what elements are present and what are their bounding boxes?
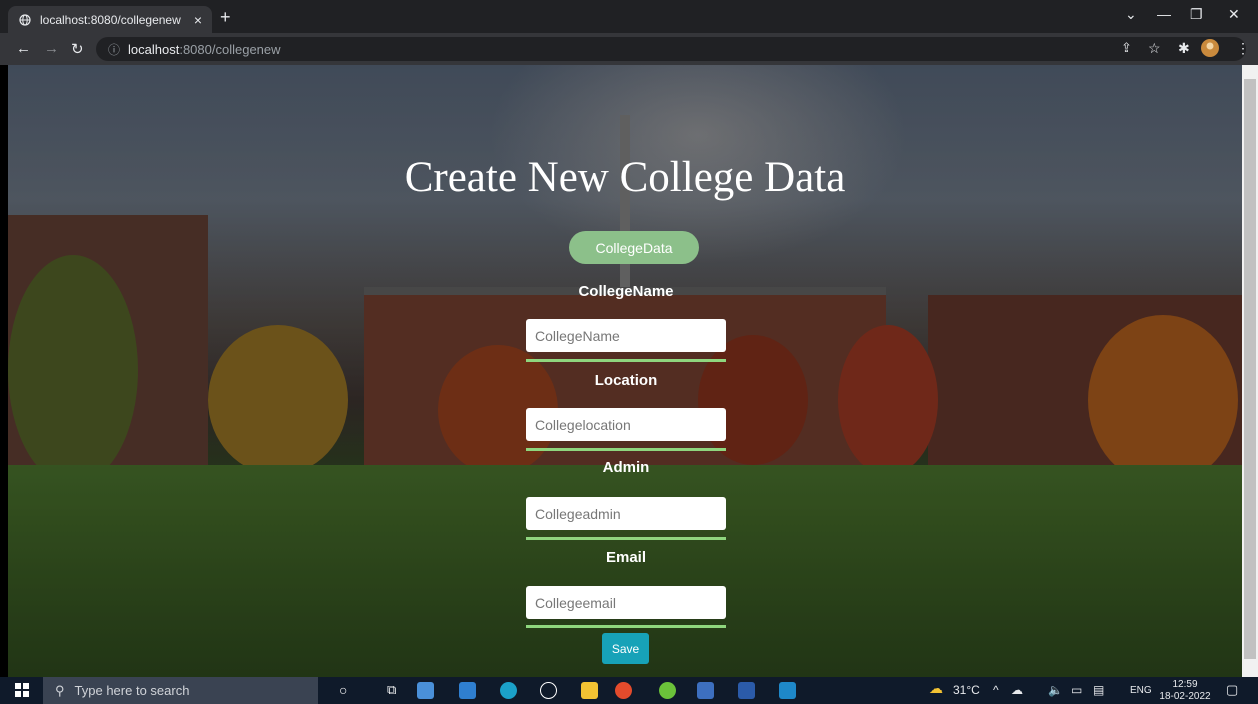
notification-icon[interactable]: ▢ <box>1226 682 1238 698</box>
spring-tools-icon[interactable] <box>659 682 676 699</box>
maximize-icon[interactable]: ❐ <box>1190 6 1203 23</box>
scrollbar-thumb[interactable] <box>1244 79 1256 659</box>
bookmark-star-icon[interactable]: ☆ <box>1148 40 1161 57</box>
chrome-icon[interactable] <box>615 682 632 699</box>
edge-icon[interactable] <box>500 682 517 699</box>
share-icon[interactable]: ⇪ <box>1121 40 1132 56</box>
page-title: Create New College Data <box>404 154 846 201</box>
email-input[interactable] <box>526 586 726 619</box>
weather-temp[interactable]: 31°C <box>953 683 980 697</box>
app-icon-calculator[interactable] <box>417 682 434 699</box>
weather-icon[interactable]: ☁ <box>929 680 943 697</box>
college-name-label: CollegeName <box>578 283 674 300</box>
college-form: Create New College Data CollegeData Coll… <box>8 65 1242 677</box>
task-view-icon[interactable]: ⧉ <box>387 682 404 699</box>
taskbar-search-placeholder: Type here to search <box>74 683 190 698</box>
admin-input[interactable] <box>526 497 726 530</box>
cortana-icon[interactable]: ○ <box>339 682 356 699</box>
dell-icon[interactable] <box>540 682 557 699</box>
reload-icon[interactable]: ↻ <box>71 40 84 58</box>
location-input[interactable] <box>526 408 726 441</box>
file-explorer-icon[interactable] <box>581 682 598 699</box>
photos-icon[interactable] <box>779 682 796 699</box>
page-scrollbar[interactable] <box>1242 65 1258 677</box>
address-bar[interactable]: ⓘ localhost :8080/collegenew <box>96 37 1246 61</box>
url-host: localhost <box>128 41 180 57</box>
tab-title: localhost:8080/collegenew <box>40 12 181 27</box>
college-data-badge[interactable]: CollegeData <box>569 231 699 264</box>
browser-tab[interactable]: localhost:8080/collegenew × <box>8 6 212 33</box>
college-name-underline <box>526 359 726 362</box>
url-path: :8080/collegenew <box>179 41 281 57</box>
close-tab-icon[interactable]: × <box>194 12 202 28</box>
location-underline <box>526 448 726 451</box>
system-clock[interactable]: 12:59 18-02-2022 <box>1150 679 1220 703</box>
onedrive-icon[interactable]: ☁ <box>1011 683 1023 697</box>
word-icon[interactable] <box>738 682 755 699</box>
extensions-icon[interactable]: ✱ <box>1178 40 1190 57</box>
location-label: Location <box>594 372 658 389</box>
menu-kebab-icon[interactable]: ⋮ <box>1236 40 1250 57</box>
clock-time: 12:59 <box>1172 679 1198 690</box>
show-hidden-icons-icon[interactable]: ^ <box>993 683 999 697</box>
window-close-icon[interactable]: ✕ <box>1228 6 1240 23</box>
new-tab-button[interactable]: + <box>220 7 231 28</box>
tab-strip: localhost:8080/collegenew × + ⌄ — ❐ ✕ <box>0 0 1258 33</box>
battery-icon[interactable]: ▭ <box>1071 683 1082 697</box>
browser-toolbar: ← → ↻ ⓘ localhost :8080/collegenew ⇪ ☆ ✱… <box>0 33 1258 65</box>
admin-label: Admin <box>602 459 650 476</box>
admin-underline <box>526 537 726 540</box>
save-button[interactable]: Save <box>602 633 649 664</box>
college-name-input[interactable] <box>526 319 726 352</box>
taskbar-search[interactable]: ⚲ Type here to search <box>43 677 318 704</box>
clock-date: 18-02-2022 <box>1159 691 1211 702</box>
forward-icon[interactable]: → <box>44 40 59 57</box>
email-underline <box>526 625 726 628</box>
input-language[interactable]: ENG <box>1130 685 1152 696</box>
network-icon[interactable]: ▤ <box>1093 683 1104 697</box>
search-icon: ⚲ <box>55 682 65 698</box>
windows-start-icon[interactable] <box>15 683 29 702</box>
mail-icon[interactable] <box>459 682 476 699</box>
page-viewport: Create New College Data CollegeData Coll… <box>8 65 1242 677</box>
back-icon[interactable]: ← <box>16 40 31 57</box>
volume-icon[interactable]: 🔈 <box>1048 683 1063 697</box>
minimize-icon[interactable]: — <box>1157 6 1171 22</box>
tab-search-icon[interactable]: ⌄ <box>1125 6 1137 23</box>
email-label: Email <box>605 549 647 566</box>
info-icon[interactable]: ⓘ <box>108 41 120 58</box>
globe-icon <box>18 13 32 27</box>
taskbar: ⚲ Type here to search ○ ⧉ ☁ 31°C ^ ☁ 🔈 ▭… <box>0 677 1258 704</box>
vscode-icon[interactable] <box>697 682 714 699</box>
profile-avatar-icon[interactable] <box>1200 38 1220 61</box>
